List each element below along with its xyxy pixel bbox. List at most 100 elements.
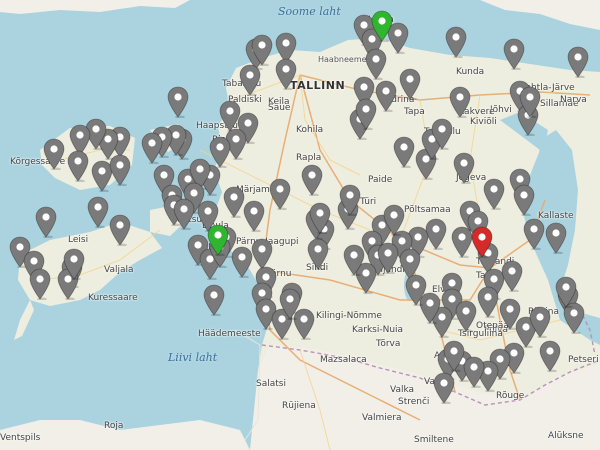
map-marker[interactable] [109, 214, 131, 246]
map-marker[interactable] [67, 150, 89, 182]
water-label: Liivi laht [168, 351, 218, 364]
place-label: Narva [560, 95, 587, 105]
map-marker[interactable] [451, 226, 473, 258]
map-canvas[interactable]: Soome lahtLiivi lahtHaabneemeTALLINNLoks… [0, 0, 600, 450]
place-label: Alūksne [548, 431, 584, 441]
map-marker[interactable] [445, 26, 467, 58]
map-marker[interactable] [279, 288, 301, 320]
map-pin-icon [223, 186, 245, 218]
map-marker[interactable] [109, 154, 131, 186]
map-marker[interactable] [539, 340, 561, 372]
map-marker[interactable] [477, 286, 499, 318]
map-pin-icon [519, 86, 541, 118]
place-label: Smiltene [414, 435, 454, 445]
map-pin-icon [555, 276, 577, 308]
place-label: Ventspils [0, 433, 41, 443]
map-pin-icon [529, 306, 551, 338]
map-marker[interactable] [343, 244, 365, 276]
map-marker[interactable] [455, 300, 477, 332]
place-label: Põltsamaa [404, 205, 451, 215]
map-pin-icon [377, 242, 399, 274]
map-marker[interactable] [463, 356, 485, 388]
map-marker[interactable] [203, 284, 225, 316]
place-label: Kilingi-Nõmme [316, 311, 382, 321]
map-pin-icon [29, 268, 51, 300]
map-pin-icon [453, 152, 475, 184]
place-label: Petseri [568, 355, 599, 365]
map-marker[interactable] [173, 198, 195, 230]
place-label: Türi [360, 197, 377, 207]
map-pin-icon [375, 80, 397, 112]
map-pin-icon [445, 26, 467, 58]
map-marker[interactable] [275, 58, 297, 90]
map-marker[interactable] [43, 138, 65, 170]
map-marker[interactable] [239, 64, 261, 96]
map-pin-icon [203, 284, 225, 316]
map-marker[interactable] [529, 306, 551, 338]
map-pin-icon [371, 10, 393, 42]
place-label: Leisi [68, 235, 89, 245]
map-pin-icon [301, 164, 323, 196]
map-marker[interactable] [339, 184, 361, 216]
map-marker-green[interactable] [371, 10, 393, 42]
map-marker[interactable] [375, 80, 397, 112]
map-marker-red[interactable] [471, 226, 493, 258]
map-marker[interactable] [63, 248, 85, 280]
place-label: Strenči [398, 397, 430, 407]
map-pin-icon [339, 184, 361, 216]
map-marker[interactable] [251, 34, 273, 66]
map-marker[interactable] [269, 178, 291, 210]
map-marker[interactable] [501, 260, 523, 292]
map-marker[interactable] [453, 152, 475, 184]
map-marker[interactable] [513, 184, 535, 216]
map-marker[interactable] [519, 86, 541, 118]
place-label: TALLINN [290, 79, 346, 92]
map-pin-icon [109, 214, 131, 246]
map-marker[interactable] [307, 238, 329, 270]
map-pin-icon [503, 38, 525, 70]
map-marker[interactable] [405, 274, 427, 306]
map-pin-icon [449, 86, 471, 118]
place-label: Haabneeme [318, 55, 367, 64]
map-pin-icon [443, 340, 465, 372]
map-marker[interactable] [443, 340, 465, 372]
map-marker[interactable] [87, 196, 109, 228]
map-marker[interactable] [545, 222, 567, 254]
map-marker[interactable] [29, 268, 51, 300]
map-marker[interactable] [301, 164, 323, 196]
map-pin-icon [279, 288, 301, 320]
map-marker[interactable] [383, 204, 405, 236]
place-label: Kuressaare [88, 293, 138, 303]
map-marker-green[interactable] [207, 224, 229, 256]
map-marker[interactable] [243, 200, 265, 232]
map-marker[interactable] [377, 242, 399, 274]
map-marker[interactable] [141, 132, 163, 164]
map-pin-icon [167, 86, 189, 118]
map-marker[interactable] [393, 136, 415, 168]
map-marker[interactable] [35, 206, 57, 238]
map-marker[interactable] [355, 98, 377, 130]
map-marker[interactable] [567, 46, 589, 78]
map-pin-icon [35, 206, 57, 238]
map-marker[interactable] [503, 38, 525, 70]
map-pin-icon [243, 200, 265, 232]
place-label: Paide [368, 175, 393, 185]
map-marker[interactable] [309, 202, 331, 234]
place-label: Karksi-Nuia [352, 325, 404, 335]
map-marker[interactable] [523, 218, 545, 250]
map-marker[interactable] [167, 86, 189, 118]
map-marker[interactable] [431, 118, 453, 150]
map-pin-icon [433, 372, 455, 404]
map-pin-icon [207, 224, 229, 256]
map-marker[interactable] [433, 372, 455, 404]
map-marker[interactable] [555, 276, 577, 308]
map-marker[interactable] [449, 86, 471, 118]
place-label: Tapa [404, 107, 425, 117]
map-marker[interactable] [483, 178, 505, 210]
map-pin-icon [269, 178, 291, 210]
map-pin-icon [471, 226, 493, 258]
map-pin-icon [87, 196, 109, 228]
map-marker[interactable] [223, 186, 245, 218]
map-pin-icon [545, 222, 567, 254]
map-marker[interactable] [399, 68, 421, 100]
